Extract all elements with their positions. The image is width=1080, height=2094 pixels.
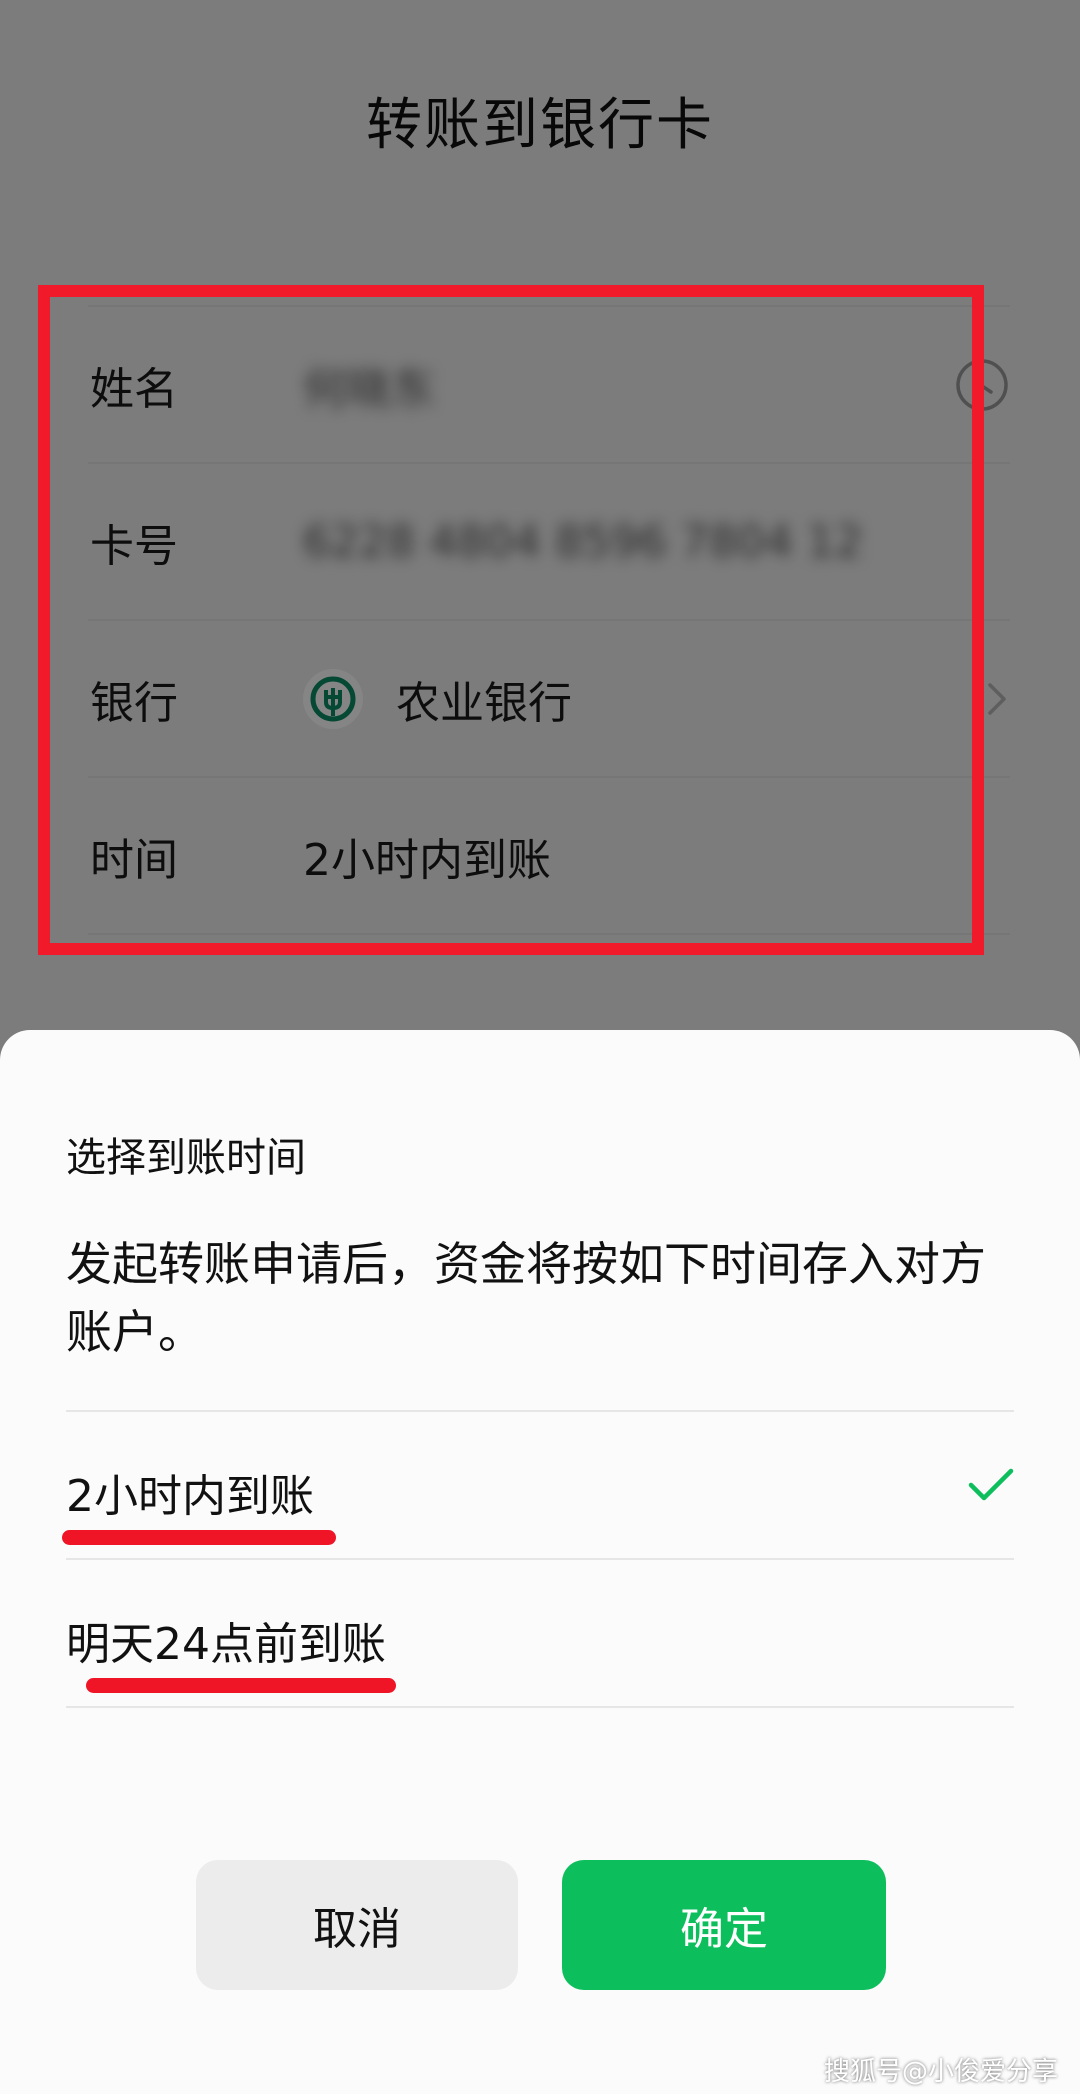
watermark: 搜狐号@小俊爱分享: [823, 2057, 1058, 2087]
confirm-button[interactable]: 确定: [562, 1860, 886, 1990]
cancel-button[interactable]: 取消: [196, 1860, 518, 1990]
option-label: 2小时内到账: [66, 1471, 314, 1522]
option-2-hours[interactable]: 2小时内到账: [62, 1412, 1014, 1560]
red-underline: [62, 1530, 336, 1545]
sheet-description: 发起转账申请后，资金将按如下时间存入对方账户。: [66, 1237, 986, 1359]
arrival-time-sheet: 选择到账时间 发起转账申请后，资金将按如下时间存入对方账户。 2小时内到账 明天…: [0, 1030, 1080, 2094]
option-tomorrow-24[interactable]: 明天24点前到账: [66, 1560, 1014, 1708]
arrival-options: 2小时内到账 明天24点前到账: [62, 1410, 1014, 1708]
red-underline: [86, 1678, 396, 1693]
checkmark-icon: [968, 1468, 1014, 1501]
sheet-title: 选择到账时间: [66, 1135, 306, 1181]
option-label: 明天24点前到账: [66, 1619, 386, 1670]
red-highlight-box: [38, 285, 984, 955]
